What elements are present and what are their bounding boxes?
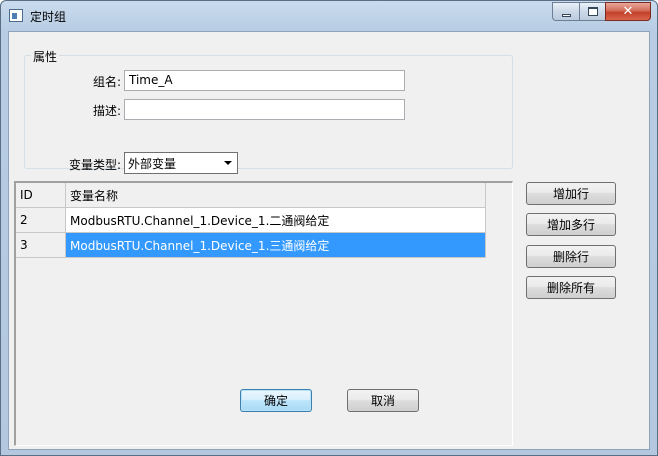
row-name-cell[interactable]: ModbusRTU.Channel_1.Device_1.二通阀给定 (66, 208, 486, 233)
caption-buttons: ✕ (552, 2, 651, 22)
column-header-id[interactable]: ID (16, 183, 66, 208)
close-button[interactable]: ✕ (605, 2, 651, 21)
delete-all-button[interactable]: 删除所有 (526, 276, 616, 299)
title-bar[interactable]: 定时组 ✕ (1, 1, 657, 31)
group-name-label: 组名: (92, 75, 121, 89)
minimize-button[interactable] (552, 2, 579, 21)
window-icon (9, 9, 23, 22)
var-type-label: 变量类型: (68, 158, 121, 172)
properties-groupbox: 属性 组名: Time_A 描述: 变量类型: 外部变量 (24, 48, 513, 174)
maximize-icon (587, 7, 598, 16)
add-multi-rows-button[interactable]: 增加多行 (526, 213, 616, 236)
properties-legend: 属性 (31, 48, 60, 65)
variable-table-panel[interactable]: ID 变量名称 2 ModbusRTU.Channel_1.Device_1.二… (14, 181, 513, 446)
description-label: 描述: (92, 104, 121, 118)
var-type-select[interactable]: 外部变量 (124, 152, 238, 174)
table-row[interactable]: 2 ModbusRTU.Channel_1.Device_1.二通阀给定 (16, 208, 486, 233)
ok-button[interactable]: 确定 (240, 389, 312, 412)
dialog-window: 定时组 ✕ 属性 组名: Time_A 描述: 变量类型: 外部变量 ID 变量… (0, 0, 658, 456)
minimize-icon (561, 13, 571, 17)
table-header-row: ID 变量名称 (16, 183, 486, 208)
var-type-value: 外部变量 (128, 156, 177, 171)
dialog-client-area: 属性 组名: Time_A 描述: 变量类型: 外部变量 ID 变量名称 2 M… (8, 31, 650, 450)
delete-row-button[interactable]: 删除行 (526, 245, 616, 268)
maximize-button[interactable] (579, 2, 605, 21)
cancel-button[interactable]: 取消 (347, 389, 419, 412)
chevron-down-icon (224, 161, 232, 165)
group-name-input[interactable]: Time_A (124, 70, 405, 91)
table-row-selected[interactable]: 3 ModbusRTU.Channel_1.Device_1.三通阀给定 (16, 233, 486, 258)
row-id-cell[interactable]: 2 (16, 208, 66, 233)
column-header-name[interactable]: 变量名称 (66, 183, 486, 208)
add-row-button[interactable]: 增加行 (526, 182, 616, 205)
row-id-cell[interactable]: 3 (16, 233, 66, 258)
description-input[interactable] (124, 99, 405, 120)
row-name-cell[interactable]: ModbusRTU.Channel_1.Device_1.三通阀给定 (66, 233, 486, 258)
window-title: 定时组 (30, 10, 67, 24)
close-icon: ✕ (622, 4, 634, 19)
